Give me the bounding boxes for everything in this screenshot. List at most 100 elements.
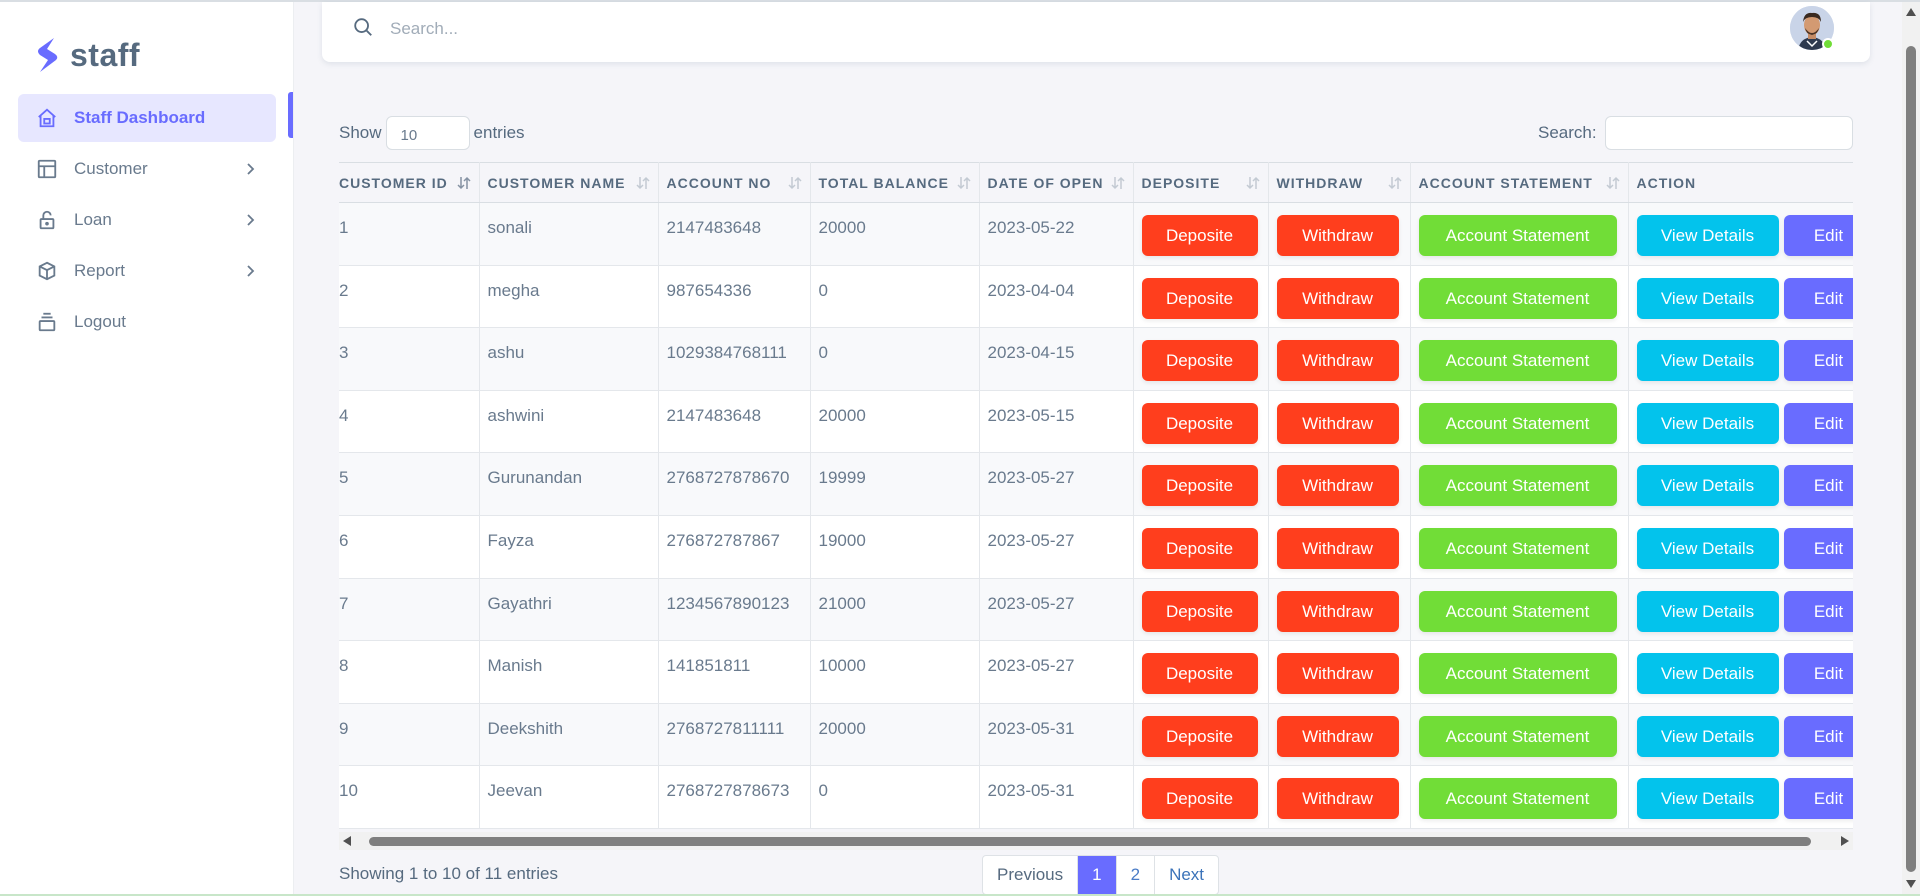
edit-button[interactable]: Edit: [1783, 340, 1853, 382]
account-statement-button[interactable]: Account Statement: [1418, 653, 1617, 695]
scroll-down-arrow[interactable]: [1906, 880, 1916, 888]
account-statement-button[interactable]: Account Statement: [1418, 527, 1617, 569]
sidebar-item-staff-dashboard[interactable]: Staff Dashboard: [18, 94, 276, 142]
withdraw-button[interactable]: Withdraw: [1276, 277, 1399, 319]
column-header[interactable]: DATE OF OPEN: [979, 162, 1134, 203]
account-statement-button[interactable]: Account Statement: [1418, 340, 1617, 382]
cell-deposite: Deposite: [1133, 515, 1269, 579]
edit-button[interactable]: Edit: [1783, 215, 1853, 256]
column-header[interactable]: CUSTOMER NAME: [479, 162, 659, 203]
column-header[interactable]: ACCOUNT STATEMENT: [1410, 162, 1629, 203]
cell-customer-name: sonali: [479, 202, 659, 266]
scroll-right-arrow[interactable]: [1841, 836, 1849, 846]
view-details-button[interactable]: View Details: [1636, 402, 1779, 444]
cell-account-no: 2147483648: [658, 390, 811, 454]
view-details-button[interactable]: View Details: [1636, 715, 1779, 757]
withdraw-button[interactable]: Withdraw: [1276, 527, 1399, 569]
account-statement-button[interactable]: Account Statement: [1418, 465, 1617, 507]
cell-total-balance: 19000: [810, 515, 980, 579]
cell-customer-name: Deekshith: [479, 703, 659, 767]
account-statement-button[interactable]: Account Statement: [1418, 402, 1617, 444]
table-search-input[interactable]: [1604, 116, 1853, 150]
pagination-page-2[interactable]: 2: [1117, 856, 1156, 894]
cell-account-no: 1234567890123: [658, 578, 811, 642]
deposite-button[interactable]: Deposite: [1141, 590, 1258, 632]
view-details-button[interactable]: View Details: [1636, 778, 1779, 820]
cell-action: View Details Edit: [1628, 765, 1853, 829]
sidebar-item-customer[interactable]: Customer: [18, 145, 276, 193]
view-details-button[interactable]: View Details: [1636, 340, 1779, 382]
withdraw-button[interactable]: Withdraw: [1276, 778, 1399, 820]
cell-customer-id: 3: [339, 327, 480, 391]
edit-button[interactable]: Edit: [1783, 527, 1853, 569]
brand[interactable]: staff: [34, 36, 140, 74]
withdraw-button[interactable]: Withdraw: [1276, 340, 1399, 382]
account-statement-button[interactable]: Account Statement: [1418, 590, 1617, 632]
pagination-previous[interactable]: Previous: [983, 856, 1079, 894]
column-header[interactable]: ACTION: [1628, 162, 1853, 203]
deposite-button[interactable]: Deposite: [1141, 277, 1258, 319]
edit-button[interactable]: Edit: [1783, 402, 1853, 444]
horizontal-scrollbar[interactable]: [339, 832, 1853, 850]
column-header[interactable]: DEPOSITE: [1133, 162, 1269, 203]
horizontal-scroll-thumb[interactable]: [369, 837, 1811, 846]
withdraw-button[interactable]: Withdraw: [1276, 653, 1399, 695]
view-details-button[interactable]: View Details: [1636, 527, 1779, 569]
account-statement-button[interactable]: Account Statement: [1418, 715, 1617, 757]
account-statement-button[interactable]: Account Statement: [1418, 277, 1617, 319]
deposite-button[interactable]: Deposite: [1141, 715, 1258, 757]
deposite-button[interactable]: Deposite: [1141, 653, 1258, 695]
edit-button[interactable]: Edit: [1783, 715, 1853, 757]
cell-customer-id: 2: [339, 265, 480, 329]
deposite-button[interactable]: Deposite: [1141, 215, 1258, 256]
view-details-button[interactable]: View Details: [1636, 653, 1779, 695]
column-header[interactable]: ACCOUNT NO: [658, 162, 811, 203]
view-details-button[interactable]: View Details: [1636, 277, 1779, 319]
vertical-scroll-thumb[interactable]: [1906, 46, 1916, 872]
sidebar-item-label: Report: [74, 261, 126, 280]
withdraw-button[interactable]: Withdraw: [1276, 402, 1399, 444]
edit-button[interactable]: Edit: [1783, 590, 1853, 632]
pagination-next[interactable]: Next: [1155, 856, 1218, 894]
deposite-button[interactable]: Deposite: [1141, 340, 1258, 382]
cell-date-of-open: 2023-05-15: [979, 390, 1134, 454]
column-header-label: WITHDRAW: [1276, 174, 1364, 191]
column-header[interactable]: TOTAL BALANCE: [810, 162, 980, 203]
cell-account-statement: Account Statement: [1410, 765, 1629, 829]
sort-icon: [1387, 176, 1402, 190]
deposite-button[interactable]: Deposite: [1141, 527, 1258, 569]
cell-account-statement: Account Statement: [1410, 703, 1629, 767]
sidebar-item-report[interactable]: Report: [18, 247, 276, 295]
column-header-label: DEPOSITE: [1141, 174, 1221, 191]
edit-button[interactable]: Edit: [1783, 653, 1853, 695]
global-search-input[interactable]: [390, 14, 890, 44]
scroll-up-arrow[interactable]: [1906, 8, 1916, 16]
table-row: 2 megha 987654336 0 2023-04-04 Deposite Withdr…: [339, 265, 1853, 329]
pagination-page-1[interactable]: 1: [1078, 856, 1117, 894]
account-statement-button[interactable]: Account Statement: [1418, 778, 1617, 820]
view-details-button[interactable]: View Details: [1636, 215, 1779, 256]
sidebar-item-logout[interactable]: Logout: [18, 298, 276, 346]
deposite-button[interactable]: Deposite: [1141, 778, 1258, 820]
edit-button[interactable]: Edit: [1783, 778, 1853, 820]
deposite-button[interactable]: Deposite: [1141, 465, 1258, 507]
edit-button[interactable]: Edit: [1783, 277, 1853, 319]
column-header[interactable]: WITHDRAW: [1268, 162, 1411, 203]
withdraw-button[interactable]: Withdraw: [1276, 590, 1399, 632]
withdraw-button[interactable]: Withdraw: [1276, 215, 1399, 256]
withdraw-button[interactable]: Withdraw: [1276, 465, 1399, 507]
account-statement-button[interactable]: Account Statement: [1418, 215, 1617, 256]
view-details-button[interactable]: View Details: [1636, 465, 1779, 507]
deposite-button[interactable]: Deposite: [1141, 402, 1258, 444]
cell-date-of-open: 2023-05-27: [979, 578, 1134, 642]
edit-button[interactable]: Edit: [1783, 465, 1853, 507]
scroll-left-arrow[interactable]: [343, 836, 351, 846]
withdraw-button[interactable]: Withdraw: [1276, 715, 1399, 757]
sidebar-item-loan[interactable]: Loan: [18, 196, 276, 244]
view-details-button[interactable]: View Details: [1636, 590, 1779, 632]
vertical-scrollbar[interactable]: [1902, 2, 1920, 894]
table-header-row: CUSTOMER ID CUSTOMER NAME ACCOUNT NO TOTAL …: [339, 162, 1853, 203]
cell-date-of-open: 2023-04-15: [979, 327, 1134, 391]
column-header[interactable]: CUSTOMER ID: [339, 162, 480, 203]
page-length-select[interactable]: 10: [385, 116, 470, 150]
